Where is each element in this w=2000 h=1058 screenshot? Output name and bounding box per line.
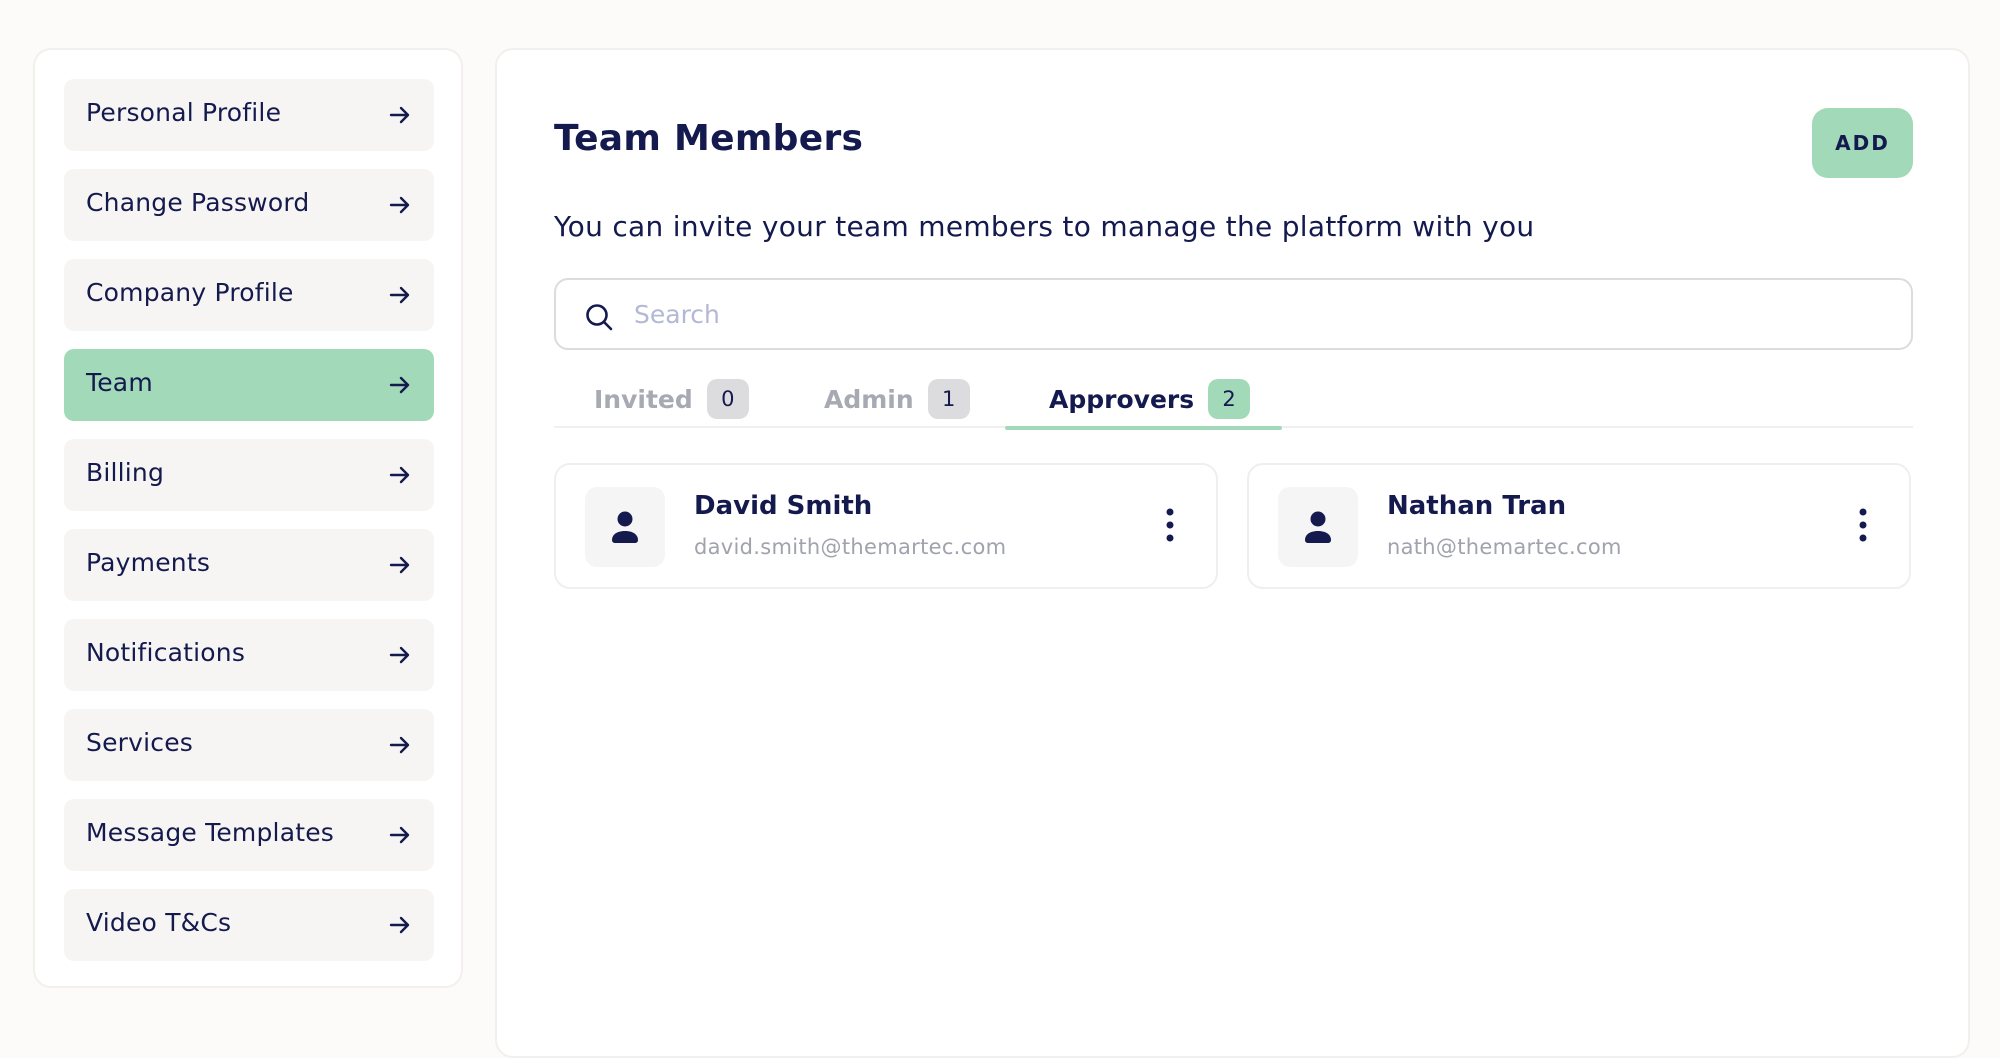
active-tab-indicator: [1005, 426, 1282, 430]
tab-approvers[interactable]: Approvers 2: [1005, 370, 1282, 430]
tab-count-badge: 1: [927, 379, 970, 419]
arrow-right-icon: [389, 196, 410, 214]
sidebar-item-label: Billing: [86, 457, 165, 487]
arrow-right-icon: [389, 826, 410, 844]
add-member-button[interactable]: ADD: [1812, 108, 1913, 178]
tab-invited[interactable]: Invited 0: [594, 370, 749, 428]
sidebar-item-label: Notifications: [86, 637, 246, 667]
sidebar-item-personal-profile[interactable]: Personal Profile: [64, 79, 434, 151]
tab-label: Approvers: [1049, 384, 1195, 414]
sidebar-item-video-tcs[interactable]: Video T&Cs: [64, 889, 434, 961]
user-icon: [1305, 511, 1331, 543]
member-name: Nathan Tran: [1387, 491, 1567, 521]
kebab-menu-icon[interactable]: [1853, 505, 1873, 545]
team-members-panel: Team Members ADD You can invite your tea…: [495, 48, 1970, 1058]
avatar: [585, 487, 665, 567]
sidebar-item-label: Personal Profile: [86, 97, 282, 127]
arrow-right-icon: [389, 736, 410, 754]
member-card[interactable]: David Smith david.smith@themartec.com: [554, 463, 1218, 589]
member-tabs: Invited 0 Admin 1 Approvers 2: [554, 370, 1913, 430]
search-input[interactable]: [634, 292, 1884, 336]
sidebar-item-label: Change Password: [86, 187, 310, 217]
arrow-right-icon: [389, 286, 410, 304]
sidebar-item-label: Video T&Cs: [86, 907, 232, 937]
avatar: [1278, 487, 1358, 567]
member-name: David Smith: [694, 491, 873, 521]
settings-sidebar: Personal Profile Change Password Company…: [33, 48, 463, 988]
arrow-right-icon: [389, 646, 410, 664]
sidebar-item-label: Team: [86, 367, 153, 397]
sidebar-item-label: Message Templates: [86, 817, 335, 847]
arrow-right-icon: [389, 556, 410, 574]
member-email: nath@themartec.com: [1387, 535, 1622, 559]
tab-count-badge: 2: [1208, 379, 1251, 419]
sidebar-item-message-templates[interactable]: Message Templates: [64, 799, 434, 871]
search-box: [554, 278, 1913, 350]
tab-label: Invited: [594, 384, 693, 414]
arrow-right-icon: [389, 376, 410, 394]
tab-admin[interactable]: Admin 1: [824, 370, 970, 428]
arrow-right-icon: [389, 466, 410, 484]
tab-count-badge: 0: [706, 379, 749, 419]
sidebar-item-team[interactable]: Team: [64, 349, 434, 421]
sidebar-item-label: Services: [86, 727, 194, 757]
page-title: Team Members: [554, 118, 864, 159]
sidebar-item-services[interactable]: Services: [64, 709, 434, 781]
sidebar-item-company-profile[interactable]: Company Profile: [64, 259, 434, 331]
member-card[interactable]: Nathan Tran nath@themartec.com: [1247, 463, 1911, 589]
page-subtitle: You can invite your team members to mana…: [554, 210, 1535, 243]
arrow-right-icon: [389, 916, 410, 934]
sidebar-item-billing[interactable]: Billing: [64, 439, 434, 511]
kebab-menu-icon[interactable]: [1160, 505, 1180, 545]
search-icon: [586, 304, 613, 331]
sidebar-item-change-password[interactable]: Change Password: [64, 169, 434, 241]
sidebar-item-notifications[interactable]: Notifications: [64, 619, 434, 691]
sidebar-item-label: Company Profile: [86, 277, 294, 307]
tab-label: Admin: [824, 384, 914, 414]
sidebar-item-label: Payments: [86, 547, 211, 577]
sidebar-item-payments[interactable]: Payments: [64, 529, 434, 601]
member-email: david.smith@themartec.com: [694, 535, 1007, 559]
arrow-right-icon: [389, 106, 410, 124]
user-icon: [612, 511, 638, 543]
